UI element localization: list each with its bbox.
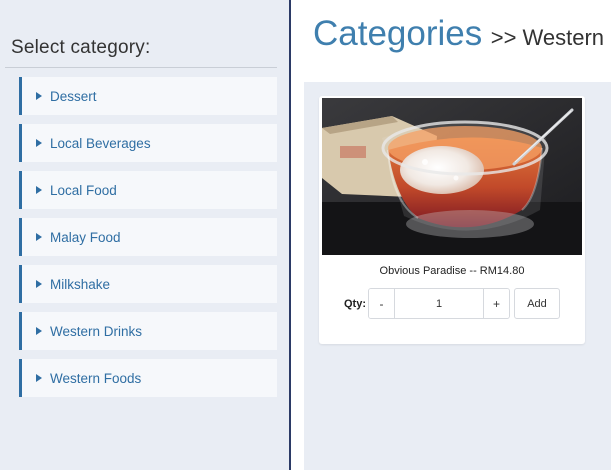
product-name-price: Obvious Paradise -- RM14.80 [379, 265, 525, 277]
caret-right-icon [36, 233, 42, 241]
category-label: Western Foods [50, 370, 142, 386]
caret-right-icon [36, 374, 42, 382]
decrement-button[interactable]: - [369, 289, 395, 318]
category-item-malay-food[interactable]: Malay Food [19, 218, 277, 256]
product-image [322, 98, 582, 255]
caret-right-icon [36, 280, 42, 288]
category-list: Dessert Local Beverages Local Food Malay… [19, 77, 277, 406]
category-item-dessert[interactable]: Dessert [19, 77, 277, 115]
category-label: Milkshake [50, 276, 111, 292]
category-label: Western Drinks [50, 323, 143, 339]
product-card: Obvious Paradise -- RM14.80 Qty: - 1 + A… [319, 96, 585, 344]
product-panel: Obvious Paradise -- RM14.80 Qty: - 1 + A… [304, 82, 611, 470]
sidebar-divider [5, 67, 277, 68]
increment-button[interactable]: + [483, 289, 509, 318]
breadcrumb: >> Western [490, 25, 605, 50]
category-item-local-beverages[interactable]: Local Beverages [19, 124, 277, 162]
quantity-row: Qty: - 1 + Add [344, 288, 560, 319]
main-content: Categories >> Western Obvious Paradise -… [291, 0, 611, 470]
quantity-input[interactable]: 1 [395, 289, 483, 318]
add-to-cart-button[interactable]: Add [514, 288, 560, 319]
caret-right-icon [36, 327, 42, 335]
caret-right-icon [36, 92, 42, 100]
quantity-label: Qty: [344, 297, 366, 310]
sidebar-title: Select category: [11, 37, 151, 58]
caret-right-icon [36, 186, 42, 194]
category-item-local-food[interactable]: Local Food [19, 171, 277, 209]
category-label: Malay Food [50, 229, 121, 245]
category-item-milkshake[interactable]: Milkshake [19, 265, 277, 303]
caret-right-icon [36, 139, 42, 147]
category-sidebar: Select category: Dessert Local Beverages… [0, 0, 290, 470]
quantity-stepper: - 1 + [368, 288, 510, 319]
category-item-western-foods[interactable]: Western Foods [19, 359, 277, 397]
category-item-western-drinks[interactable]: Western Drinks [19, 312, 277, 350]
category-label: Local Beverages [50, 135, 151, 151]
page-title: Categories [313, 14, 483, 53]
category-label: Dessert [50, 88, 97, 104]
category-label: Local Food [50, 182, 117, 198]
page-heading: Categories >> Western [313, 14, 604, 54]
